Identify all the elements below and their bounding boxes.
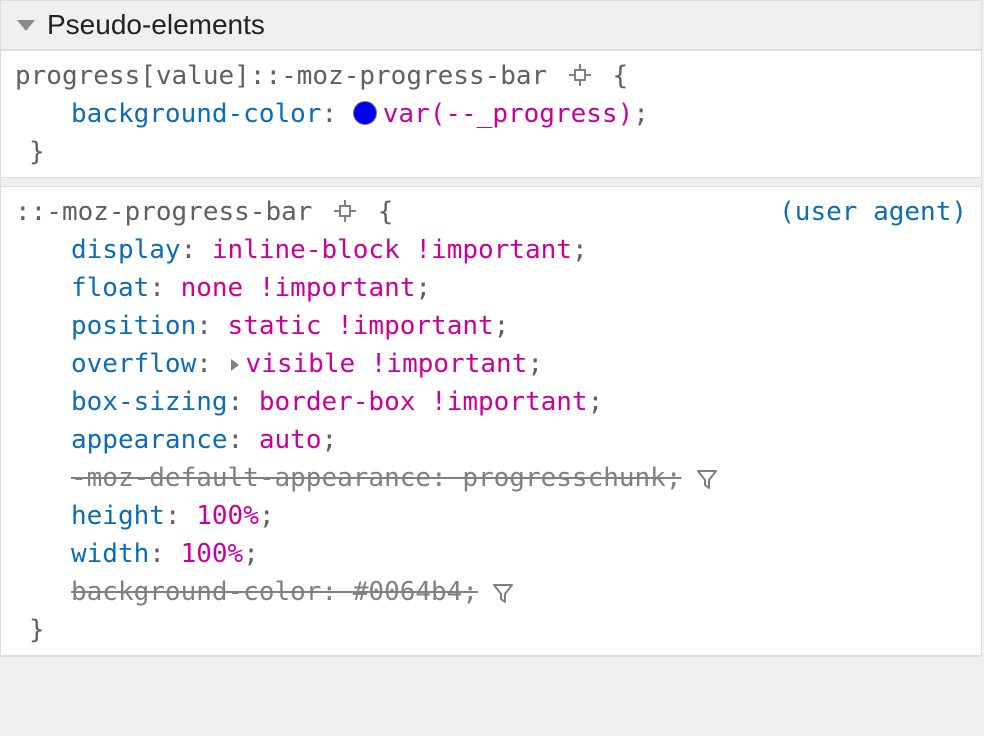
css-rule: ::-moz-progress-bar { (user agent) displ… bbox=[1, 186, 981, 656]
color-swatch[interactable] bbox=[353, 101, 377, 125]
css-declaration[interactable]: display: inline-block !important; bbox=[15, 231, 967, 269]
select-element-icon[interactable] bbox=[334, 200, 356, 222]
brace-open: { bbox=[613, 61, 629, 91]
css-declaration-overridden[interactable]: -moz-default-appearance: progresschunk; bbox=[15, 459, 967, 497]
filter-icon[interactable] bbox=[696, 468, 718, 490]
selector[interactable]: ::-moz-progress-bar bbox=[15, 197, 312, 227]
section-title: Pseudo-elements bbox=[47, 9, 265, 41]
brace-close: } bbox=[15, 611, 967, 649]
css-declaration[interactable]: background-color: var(--_progress); bbox=[15, 95, 967, 133]
filter-icon[interactable] bbox=[492, 582, 514, 604]
pseudo-elements-panel: Pseudo-elements progress[value]::-moz-pr… bbox=[0, 0, 982, 657]
section-header[interactable]: Pseudo-elements bbox=[1, 1, 981, 50]
css-declaration-overridden[interactable]: background-color: #0064b4; bbox=[15, 573, 967, 611]
rule-source[interactable]: (user agent) bbox=[779, 193, 967, 231]
prop-value: var(--_progress) bbox=[383, 99, 633, 129]
rule-selector-line: progress[value]::-moz-progress-bar { bbox=[15, 57, 967, 95]
chevron-right-icon[interactable] bbox=[228, 345, 242, 383]
css-declaration[interactable]: appearance: auto; bbox=[15, 421, 967, 459]
brace-open: { bbox=[378, 197, 394, 227]
css-declaration[interactable]: overflow: visible !important; bbox=[15, 345, 967, 383]
selector[interactable]: progress[value]::-moz-progress-bar bbox=[15, 61, 547, 91]
rule-selector-line: ::-moz-progress-bar { (user agent) bbox=[15, 193, 967, 231]
css-declaration[interactable]: height: 100%; bbox=[15, 497, 967, 535]
brace-close: } bbox=[15, 133, 967, 171]
chevron-down-icon bbox=[17, 20, 35, 31]
css-declaration[interactable]: width: 100%; bbox=[15, 535, 967, 573]
prop-name: background-color bbox=[71, 99, 321, 129]
css-declaration[interactable]: position: static !important; bbox=[15, 307, 967, 345]
css-rule: progress[value]::-moz-progress-bar { bac… bbox=[1, 50, 981, 178]
css-declaration[interactable]: float: none !important; bbox=[15, 269, 967, 307]
select-element-icon[interactable] bbox=[569, 64, 591, 86]
css-declaration[interactable]: box-sizing: border-box !important; bbox=[15, 383, 967, 421]
